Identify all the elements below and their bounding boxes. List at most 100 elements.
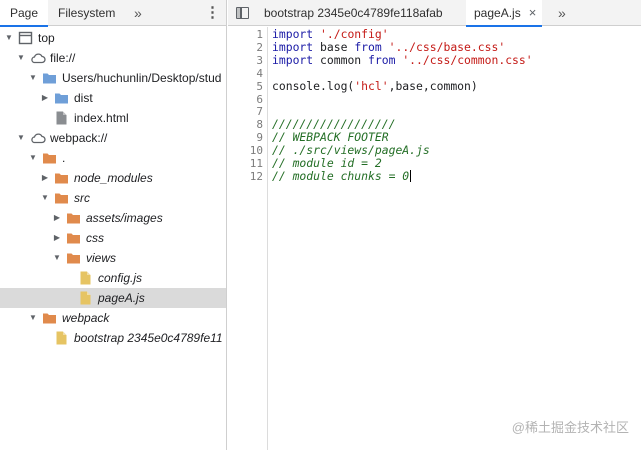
code-token: 'hcl'	[354, 78, 389, 93]
tab-pagea[interactable]: pageA.js ×	[466, 0, 543, 27]
line-number-gutter: 1 2 3 4 5 6 7 8 9 10 11 12	[228, 27, 268, 450]
code-token: './config'	[320, 27, 389, 41]
tree-item-label: assets/images	[86, 211, 163, 225]
folder-orange-icon	[54, 191, 69, 205]
tree-item[interactable]: ▶ assets/images	[0, 208, 226, 228]
expand-down-icon[interactable]: ▼	[4, 28, 14, 48]
tree-item-label: config.js	[98, 271, 143, 285]
code-line[interactable]: console.log('hcl',base,common)	[272, 78, 478, 93]
code-token: // module chunks = 0	[272, 168, 410, 183]
file-yellow-icon	[78, 271, 93, 285]
tree-item[interactable]: index.html	[0, 108, 226, 128]
line-number: 1	[256, 28, 263, 41]
tree-item-label: node_modules	[74, 171, 153, 185]
code-token: import	[272, 39, 314, 54]
line-number: 9	[256, 131, 263, 145]
line-number: 8	[256, 118, 263, 132]
code-token: ,base,common)	[388, 78, 478, 93]
tree-item-label: bootstrap 2345e0c4789fe11	[74, 331, 223, 345]
tree-item[interactable]: pageA.js	[0, 288, 226, 308]
tab-filesystem[interactable]: Filesystem	[58, 0, 115, 26]
expand-right-icon[interactable]: ▶	[40, 88, 50, 108]
code-token: // ./src/views/pageA.js	[272, 143, 430, 158]
tree-item[interactable]: ▶ node_modules	[0, 168, 226, 188]
folder-orange-icon	[42, 311, 57, 325]
tree-item-label: src	[74, 191, 90, 205]
file-gray-icon	[54, 111, 69, 125]
close-icon[interactable]: ×	[529, 5, 537, 20]
code-token: '../css/base.css'	[388, 39, 506, 54]
tree-item-label: webpack	[62, 311, 110, 325]
expand-down-icon[interactable]: ▼	[52, 248, 62, 268]
line-number: 11	[249, 157, 263, 170]
tree-item-label: index.html	[74, 111, 129, 125]
folder-orange-icon	[42, 151, 57, 165]
tree-item-label: top	[38, 31, 55, 45]
text-cursor	[410, 169, 412, 182]
more-tabs-icon[interactable]: »	[134, 0, 142, 26]
file-yellow-icon	[54, 331, 69, 345]
expand-down-icon[interactable]: ▼	[28, 148, 38, 168]
code-token: from	[368, 52, 396, 67]
frame-icon	[18, 31, 33, 45]
folder-blue-icon	[42, 71, 57, 85]
code-token: common	[313, 52, 369, 67]
code-editor[interactable]: 1 2 3 4 5 6 7 8 9 10 11 12 import './config' import …	[228, 27, 641, 450]
tree-item-label: pageA.js	[98, 291, 145, 305]
line-number: 5	[256, 79, 263, 93]
tab-label: bootstrap 2345e0c4789fe118afab	[264, 6, 443, 20]
expand-down-icon[interactable]: ▼	[28, 68, 38, 88]
tree-item[interactable]: ▶ dist	[0, 88, 226, 108]
navigator-tabbar: Page Filesystem » ⋮	[0, 0, 226, 27]
folder-orange-icon	[54, 171, 69, 185]
tree-item[interactable]: ▼ file://	[0, 48, 226, 68]
line-number: 3	[256, 53, 263, 67]
tab-bootstrap[interactable]: bootstrap 2345e0c4789fe118afab	[264, 0, 443, 26]
expand-right-icon[interactable]: ▶	[40, 168, 50, 188]
tree-item[interactable]: ▼ src	[0, 188, 226, 208]
tree-item-label: file://	[50, 51, 76, 65]
expand-down-icon[interactable]: ▼	[40, 188, 50, 208]
tree-item[interactable]: config.js	[0, 268, 226, 288]
line-number: 2	[256, 40, 263, 54]
more-editor-tabs-icon[interactable]: »	[558, 0, 566, 26]
expand-down-icon[interactable]: ▼	[16, 128, 26, 148]
tree-item-label: views	[86, 251, 117, 265]
line-number: 6	[256, 92, 263, 106]
code-line[interactable]: // module chunks = 0	[272, 168, 412, 183]
tree-item-label: css	[86, 231, 104, 245]
folder-orange-icon	[66, 211, 81, 225]
line-number: 4	[256, 66, 263, 80]
tree-item[interactable]: ▼ webpack	[0, 308, 226, 328]
line-number: 12	[249, 169, 263, 183]
code-token: '../css/common.css'	[402, 52, 533, 67]
code-token: base	[313, 39, 355, 54]
code-token: console.log(	[272, 78, 355, 93]
tree-item[interactable]: ▼ top	[0, 28, 226, 48]
cloud-icon	[30, 51, 46, 65]
code-token: //////////////////	[272, 117, 396, 132]
folder-orange-icon	[66, 231, 81, 245]
tree-item[interactable]: ▼ Users/huchunlin/Desktop/stud	[0, 68, 226, 88]
sidebar-toggle-icon[interactable]	[236, 7, 249, 19]
code-token: // WEBPACK FOOTER	[272, 130, 389, 145]
code-token: // module id = 2	[272, 156, 382, 170]
code-line[interactable]: import common from '../css/common.css'	[272, 52, 533, 67]
code-token: import	[272, 52, 314, 67]
kebab-menu-icon[interactable]: ⋮	[205, 0, 220, 26]
tree-item[interactable]: ▶ css	[0, 228, 226, 248]
tree-item[interactable]: ▼ webpack://	[0, 128, 226, 148]
tab-page[interactable]: Page	[0, 0, 48, 27]
tree-item[interactable]: ▼ views	[0, 248, 226, 268]
code-token: from	[354, 39, 382, 54]
expand-down-icon[interactable]: ▼	[28, 308, 38, 328]
line-number: 10	[249, 144, 263, 158]
tree-item[interactable]: bootstrap 2345e0c4789fe11	[0, 328, 226, 348]
watermark: @稀土掘金技术社区	[511, 420, 629, 435]
expand-right-icon[interactable]: ▶	[52, 208, 62, 228]
tree-item-label: webpack://	[50, 131, 108, 145]
expand-down-icon[interactable]: ▼	[16, 48, 26, 68]
expand-right-icon[interactable]: ▶	[52, 228, 62, 248]
tree-item[interactable]: ▼.	[0, 148, 226, 168]
